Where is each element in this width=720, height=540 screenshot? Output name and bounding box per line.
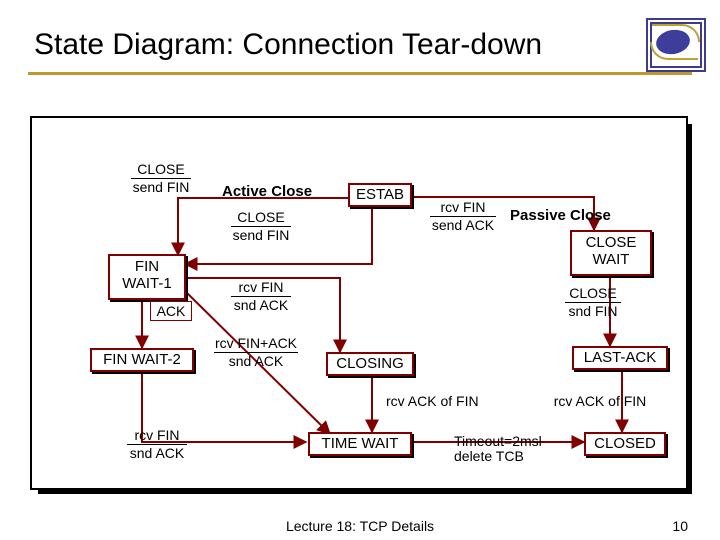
label-close-sendfin-1: CLOSE send FIN [126,162,196,196]
slide: State Diagram: Connection Tear-down [0,0,720,540]
label-timeout-delete: Timeout=2msl delete TCB [454,434,564,465]
state-time-wait: TIME WAIT [308,432,412,456]
state-close-wait: CLOSE WAIT [570,230,652,276]
label-rcvfin-sndack-1: rcv FIN snd ACK [226,280,296,314]
state-closed: CLOSED [584,432,666,456]
label-rcvfin-sndack-2: rcv FIN snd ACK [122,428,192,462]
label-passive-close: Passive Close [510,207,611,224]
footer-text: Lecture 18: TCP Details [0,518,720,534]
label-rcvackfin-1: rcv ACK of FIN [386,394,506,409]
state-closing: CLOSING [326,352,414,376]
label-active-close: Active Close [222,183,312,200]
label-close-sendfin-2: CLOSE send FIN [226,210,296,244]
state-fin-wait-2: FIN WAIT-2 [90,348,194,372]
label-rcvackfin-2: rcv ACK of FIN [540,394,660,409]
title-underline [28,72,692,75]
label-close-sndfin: CLOSE snd FIN [558,286,628,320]
logo [646,18,702,68]
state-ack: ACK [150,301,192,321]
page-number: 10 [672,518,688,534]
label-rcvfinack-sndack: rcv FIN+ACK snd ACK [204,336,308,370]
state-estab: ESTAB [348,183,412,207]
state-last-ack: LAST-ACK [572,346,668,370]
state-fin-wait-1: FIN WAIT-1 [108,254,186,300]
page-title: State Diagram: Connection Tear-down [34,28,542,62]
label-rcvfin-sendack: rcv FIN send ACK [424,200,502,234]
